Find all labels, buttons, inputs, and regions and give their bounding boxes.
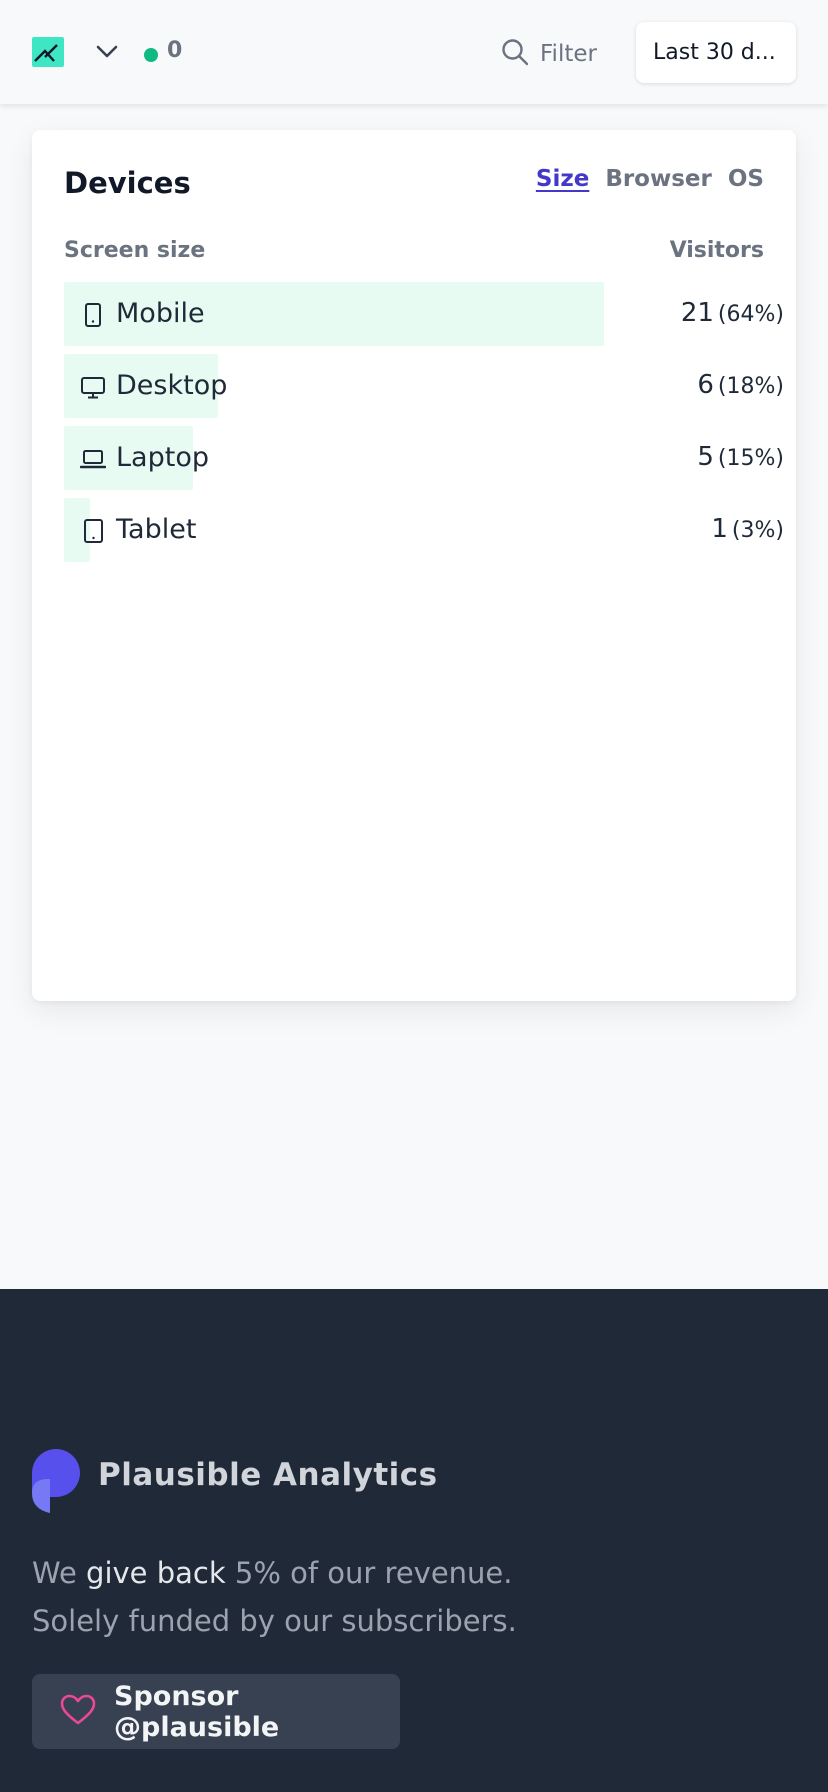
- chevron-down-icon[interactable]: [95, 42, 119, 62]
- search-icon: [500, 37, 530, 71]
- row-label: Tablet: [116, 514, 197, 545]
- visitor-count: 5: [697, 442, 714, 472]
- site-favicon-icon[interactable]: [32, 37, 64, 67]
- footer: Plausible Analytics We give back 5% of o…: [0, 1289, 828, 1792]
- tagline-pre: We: [32, 1556, 87, 1590]
- tagline-line2: Solely funded by our subscribers.: [32, 1604, 517, 1638]
- tagline-post: 5% of our revenue.: [225, 1556, 513, 1590]
- row-value: 21 (64%): [674, 298, 784, 328]
- tagline: We give back 5% of our revenue. Solely f…: [32, 1549, 517, 1645]
- row-value: 6 (18%): [674, 370, 784, 400]
- visitor-percent: (18%): [717, 374, 784, 399]
- tab-os[interactable]: OS: [728, 166, 764, 192]
- tablet-icon: [80, 518, 106, 544]
- sponsor-label: Sponsor @plausible: [114, 1680, 280, 1743]
- visitor-count: 21: [680, 298, 714, 328]
- live-visitor-count[interactable]: 0: [167, 38, 182, 63]
- device-row-desktop[interactable]: Desktop 6 (18%): [64, 354, 784, 418]
- heart-icon: [60, 1694, 96, 1730]
- row-label: Laptop: [116, 442, 209, 473]
- devices-card: Devices Size Browser OS Screen size Visi…: [32, 130, 796, 1001]
- row-label: Mobile: [116, 298, 205, 329]
- laptop-icon: [79, 446, 107, 472]
- mobile-icon: [80, 302, 106, 328]
- card-title: Devices: [64, 166, 191, 200]
- row-value: 1 (3%): [674, 514, 784, 544]
- visitor-count: 6: [697, 370, 714, 400]
- device-row-tablet[interactable]: Tablet 1 (3%): [64, 498, 784, 562]
- live-indicator-dot: [144, 48, 158, 62]
- device-row-laptop[interactable]: Laptop 5 (15%): [64, 426, 784, 490]
- device-row-mobile[interactable]: Mobile 21 (64%): [64, 282, 784, 346]
- column-header-screen-size: Screen size: [64, 238, 206, 263]
- sponsor-button[interactable]: Sponsor @plausible: [32, 1674, 400, 1749]
- tab-size[interactable]: Size: [536, 166, 589, 192]
- filter-label: Filter: [540, 41, 597, 67]
- row-value: 5 (15%): [674, 442, 784, 472]
- top-bar: 0 Filter Last 30 d...: [0, 0, 828, 104]
- plausible-logo-icon: [32, 1449, 80, 1513]
- tagline-line1: We give back 5% of our revenue.: [32, 1549, 517, 1597]
- give-back-link[interactable]: give back: [86, 1556, 226, 1590]
- device-tabs: Size Browser OS: [536, 166, 764, 192]
- desktop-icon: [80, 374, 106, 400]
- date-range-picker[interactable]: Last 30 d...: [636, 22, 796, 83]
- row-label: Desktop: [116, 370, 228, 401]
- brand-name: Plausible Analytics: [98, 1457, 438, 1493]
- visitor-percent: (3%): [731, 518, 784, 543]
- visitor-percent: (15%): [717, 446, 784, 471]
- visitor-percent: (64%): [717, 302, 784, 327]
- filter-button[interactable]: Filter: [500, 34, 610, 74]
- visitor-count: 1: [711, 514, 728, 544]
- column-header-visitors: Visitors: [669, 238, 764, 263]
- tab-browser[interactable]: Browser: [605, 166, 712, 192]
